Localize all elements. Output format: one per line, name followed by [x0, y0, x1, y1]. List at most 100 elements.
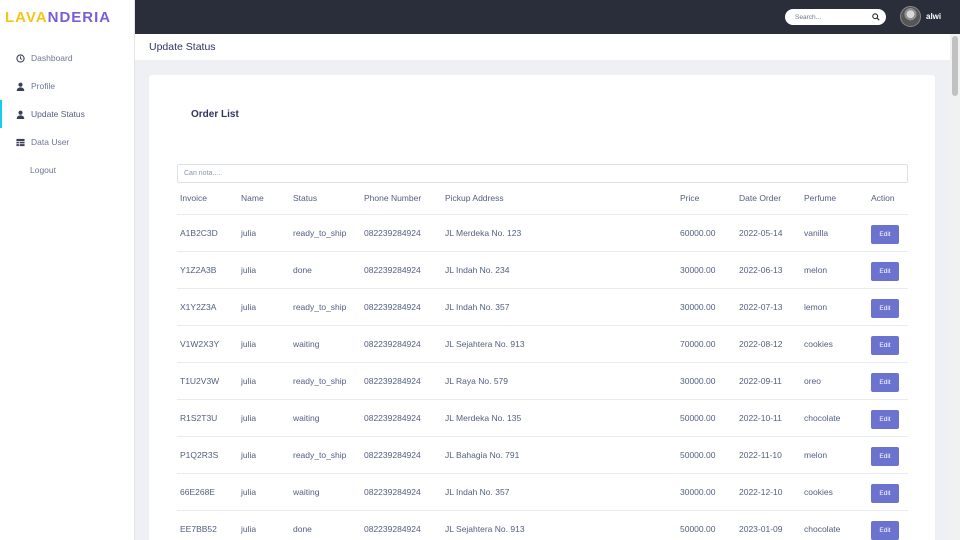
name-cell: julia: [238, 214, 290, 252]
address-cell: JL Raya No. 579: [442, 362, 677, 400]
perfume-cell: vanilla: [801, 214, 868, 252]
card-title: Order List: [191, 109, 239, 120]
sidebar-nav: Dashboard Profile Update Status Data User Lo…: [0, 44, 134, 184]
topbar: alwi: [135, 0, 960, 34]
address-cell: JL Merdeka No. 123: [442, 214, 677, 252]
brand-name-part1: LAVA: [5, 8, 48, 26]
search-box: [785, 9, 886, 25]
search-icon[interactable]: [872, 13, 880, 21]
address-cell: JL Bahagia No. 791: [442, 436, 677, 474]
column-header-action: Action: [868, 183, 908, 215]
action-cell: Edit: [868, 510, 908, 540]
invoice-search-input[interactable]: [177, 164, 908, 183]
invoice-cell: A1B2C3D: [177, 214, 238, 252]
sidebar-item-label: Dashboard: [31, 53, 73, 63]
phone-cell: 082239284924: [361, 214, 442, 252]
table-body: A1B2C3D julia ready_to_ship 082239284924 JL …: [177, 214, 908, 540]
address-cell: JL Indah No. 357: [442, 288, 677, 326]
brand-logo[interactable]: LAVA NDERIA: [0, 0, 134, 34]
brand-name-part2: NDERIA: [47, 8, 112, 26]
user-icon: [16, 110, 25, 119]
perfume-cell: chocolate: [801, 510, 868, 540]
status-cell: ready_to_ship: [290, 436, 361, 474]
username[interactable]: alwi: [926, 12, 941, 21]
table-row: Y1Z2A3B julia done 082239284924 JL Indah No.…: [177, 251, 908, 289]
sidebar-item-data-user[interactable]: Data User: [0, 128, 134, 156]
column-header-date-order: Date Order: [736, 183, 801, 215]
search-input[interactable]: [795, 13, 867, 21]
table-header-row: Invoice Name Status Phone Number Pickup Addr…: [177, 183, 908, 215]
price-cell: 30000.00: [677, 288, 736, 326]
price-cell: 30000.00: [677, 473, 736, 511]
column-header-phone-number: Phone Number: [361, 183, 442, 215]
invoice-cell: T1U2V3W: [177, 362, 238, 400]
phone-cell: 082239284924: [361, 436, 442, 474]
perfume-cell: lemon: [801, 288, 868, 326]
address-cell: JL Indah No. 357: [442, 473, 677, 511]
action-cell: Edit: [868, 214, 908, 252]
phone-cell: 082239284924: [361, 288, 442, 326]
name-cell: julia: [238, 288, 290, 326]
status-cell: ready_to_ship: [290, 362, 361, 400]
sidebar-item-label: Profile: [31, 81, 56, 91]
edit-button[interactable]: Edit: [871, 224, 899, 244]
table-row: V1W2X3Y julia waiting 082239284924 JL Sejaht…: [177, 325, 908, 363]
invoice-cell: V1W2X3Y: [177, 325, 238, 363]
sidebar-item-label: Data User: [31, 137, 70, 147]
status-cell: done: [290, 251, 361, 289]
phone-cell: 082239284924: [361, 251, 442, 289]
name-cell: julia: [238, 473, 290, 511]
status-cell: waiting: [290, 473, 361, 511]
sidebar-item-logout[interactable]: Logout: [0, 156, 134, 184]
user-icon: [16, 82, 25, 91]
date-cell: 2022-08-12: [736, 325, 801, 363]
clock-icon: [16, 53, 25, 63]
edit-button[interactable]: Edit: [871, 409, 899, 429]
date-cell: 2022-06-13: [736, 251, 801, 289]
action-cell: Edit: [868, 473, 908, 511]
page-scrollbar[interactable]: [950, 34, 960, 540]
edit-button[interactable]: Edit: [871, 335, 899, 355]
price-cell: 70000.00: [677, 325, 736, 363]
table-icon: [16, 138, 25, 147]
page-title: Update Status: [149, 41, 216, 53]
address-cell: JL Sejahtera No. 913: [442, 325, 677, 363]
edit-button[interactable]: Edit: [871, 446, 899, 466]
edit-button[interactable]: Edit: [871, 520, 899, 540]
table-row: R1S2T3U julia waiting 082239284924 JL Merdek…: [177, 399, 908, 437]
status-cell: done: [290, 510, 361, 540]
action-cell: Edit: [868, 399, 908, 437]
page-header: Update Status: [135, 34, 960, 60]
edit-button[interactable]: Edit: [871, 372, 899, 392]
edit-button[interactable]: Edit: [871, 483, 899, 503]
avatar[interactable]: [900, 6, 921, 27]
perfume-cell: oreo: [801, 362, 868, 400]
action-cell: Edit: [868, 325, 908, 363]
price-cell: 50000.00: [677, 436, 736, 474]
date-cell: 2022-09-11: [736, 362, 801, 400]
scrollbar-thumb[interactable]: [952, 36, 958, 96]
name-cell: julia: [238, 436, 290, 474]
order-list-card: Order List InvoiceNameStatusPhone Number…: [149, 75, 935, 540]
sidebar-item-dashboard[interactable]: Dashboard: [0, 44, 134, 72]
phone-cell: 082239284924: [361, 510, 442, 540]
price-cell: 60000.00: [677, 214, 736, 252]
price-cell: 50000.00: [677, 510, 736, 540]
price-cell: 50000.00: [677, 399, 736, 437]
sidebar-item-profile[interactable]: Profile: [0, 72, 134, 100]
status-cell: ready_to_ship: [290, 288, 361, 326]
column-header-pickup-address: Pickup Address: [442, 183, 677, 215]
table-row: EE7BB52 julia done 082239284924 JL Sejahtera…: [177, 510, 908, 540]
price-cell: 30000.00: [677, 362, 736, 400]
sidebar: LAVA NDERIA Dashboard Profile Update Status…: [0, 0, 135, 540]
phone-cell: 082239284924: [361, 325, 442, 363]
perfume-cell: melon: [801, 251, 868, 289]
invoice-cell: 66E268E: [177, 473, 238, 511]
invoice-cell: X1Y2Z3A: [177, 288, 238, 326]
sidebar-item-update-status[interactable]: Update Status: [0, 100, 134, 128]
table-row: P1Q2R3S julia ready_to_ship 082239284924 JL …: [177, 436, 908, 474]
action-cell: Edit: [868, 251, 908, 289]
edit-button[interactable]: Edit: [871, 298, 899, 318]
date-cell: 2022-05-14: [736, 214, 801, 252]
edit-button[interactable]: Edit: [871, 261, 899, 281]
